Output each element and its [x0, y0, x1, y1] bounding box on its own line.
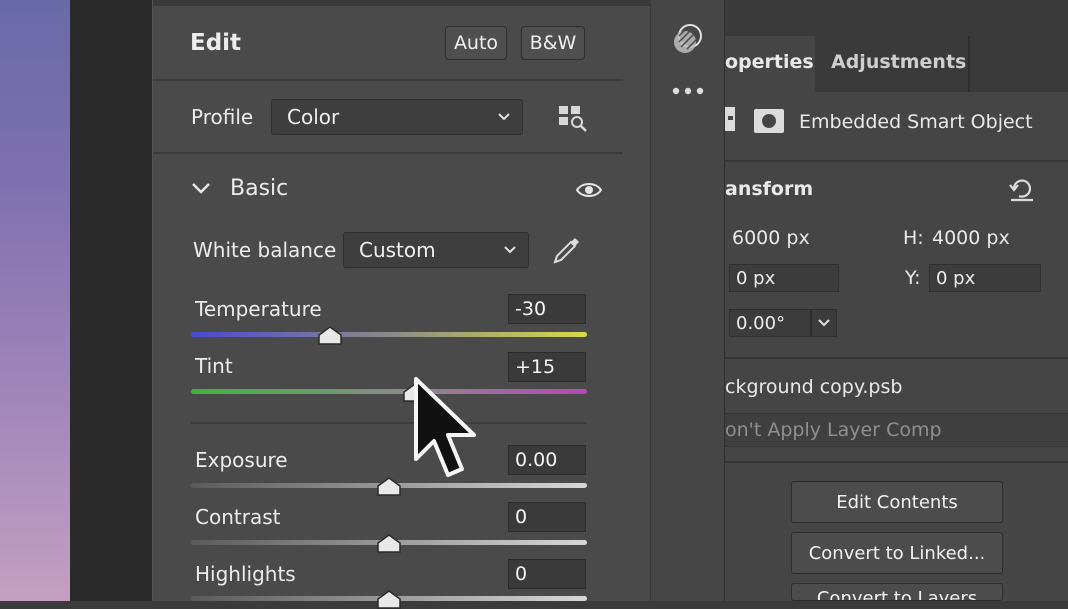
transform-section-title: ansform [725, 178, 814, 200]
canvas-gutter [70, 0, 152, 601]
divider [725, 160, 1068, 162]
temperature-slider-track[interactable] [191, 332, 587, 337]
layer-comp-select[interactable]: on't Apply Layer Comp [725, 413, 1068, 447]
reset-transform-icon[interactable] [1009, 176, 1035, 202]
y-position-input[interactable]: 0 px [929, 264, 1041, 292]
y-label: Y: [905, 267, 921, 289]
tint-value[interactable]: +15 [508, 352, 586, 382]
profile-browser-icon[interactable] [558, 104, 588, 132]
divider [153, 79, 623, 81]
exposure-value[interactable]: 0.00 [508, 445, 586, 475]
chevron-down-icon[interactable] [191, 180, 211, 198]
exposure-label: Exposure [195, 448, 288, 472]
temperature-label: Temperature [195, 297, 322, 321]
tint-label: Tint [195, 354, 233, 378]
linked-file-name: ckground copy.psb [725, 376, 903, 398]
mouse-cursor-icon [414, 377, 476, 477]
white-balance-value: Custom [359, 238, 436, 262]
chevron-down-icon [818, 319, 830, 327]
convert-to-linked-button[interactable]: Convert to Linked... [791, 532, 1003, 574]
white-balance-label: White balance [193, 238, 337, 262]
contrast-value[interactable]: 0 [508, 502, 586, 532]
divider [725, 461, 1068, 463]
tab-divider [968, 36, 970, 92]
tab-adjustments[interactable]: Adjustments [816, 36, 968, 92]
x-position-input[interactable]: 0 px [729, 264, 839, 292]
contrast-slider-thumb[interactable] [377, 534, 401, 553]
edit-title: Edit [190, 30, 242, 56]
profile-label: Profile [191, 105, 254, 129]
highlights-value[interactable]: 0 [508, 559, 586, 589]
properties-panel: operties Adjustments Embedded Smart Obje… [724, 0, 1068, 601]
basic-section-title[interactable]: Basic [230, 176, 288, 201]
panel-top-edge [153, 0, 651, 6]
eyedropper-icon[interactable] [551, 234, 583, 266]
photo-canvas-edge [0, 0, 70, 601]
tab-properties-label: operties [725, 51, 814, 73]
angle-input[interactable]: 0.00° [729, 309, 811, 337]
profile-select-value: Color [287, 105, 340, 129]
width-value: 6000 px [732, 227, 810, 249]
exposure-slider-thumb[interactable] [377, 477, 401, 496]
smart-object-icon [725, 107, 735, 131]
auto-button[interactable]: Auto [445, 26, 507, 60]
divider [153, 152, 623, 154]
highlights-slider-thumb[interactable] [377, 590, 401, 609]
divider [725, 357, 1068, 359]
convert-to-layers-button[interactable]: Convert to Layers [791, 583, 1003, 601]
tab-adjustments-label: Adjustments [831, 51, 967, 73]
eye-icon[interactable] [576, 180, 602, 200]
camera-raw-tool-column [650, 0, 725, 601]
more-options-icon[interactable] [671, 84, 705, 98]
profile-select[interactable]: Color [271, 99, 523, 135]
layer-comp-value: on't Apply Layer Comp [725, 419, 942, 441]
mask-icon[interactable] [753, 108, 785, 134]
white-balance-select[interactable]: Custom [343, 232, 529, 268]
object-type-label: Embedded Smart Object [799, 111, 1033, 133]
temperature-slider-thumb[interactable] [317, 326, 342, 345]
masking-icon[interactable] [671, 22, 705, 56]
angle-dropdown[interactable] [811, 309, 837, 337]
highlights-label: Highlights [195, 562, 296, 586]
height-label: H: [903, 227, 924, 249]
chevron-down-icon [498, 113, 510, 121]
chevron-down-icon [504, 246, 516, 254]
height-value: 4000 px [932, 227, 1010, 249]
contrast-label: Contrast [195, 505, 281, 529]
bw-button[interactable]: B&W [521, 26, 585, 60]
edit-contents-button[interactable]: Edit Contents [791, 481, 1003, 523]
temperature-value[interactable]: -30 [508, 294, 586, 324]
camera-raw-edit-panel: Edit Auto B&W Profile Color Basic White … [152, 0, 651, 609]
tab-properties[interactable]: operties [725, 36, 815, 92]
divider [191, 422, 587, 424]
tint-slider-track[interactable] [191, 389, 587, 394]
